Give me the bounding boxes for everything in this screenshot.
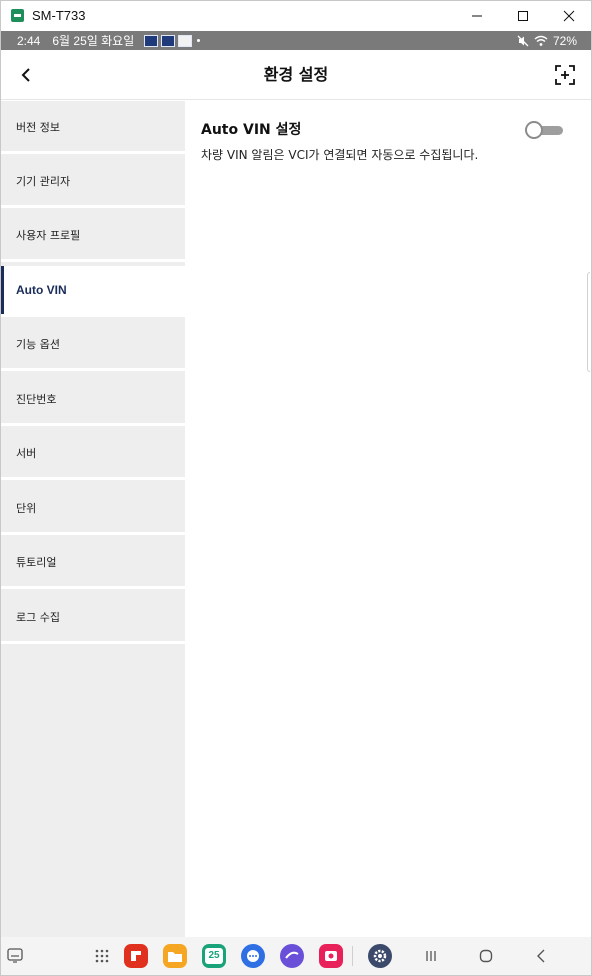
notification-icon (178, 34, 193, 47)
window-titlebar: SM-T733 (0, 0, 592, 31)
app-grid-icon (95, 949, 109, 963)
back-icon (537, 949, 545, 963)
home-icon (479, 949, 493, 963)
status-date: 6월 25일 화요일 (52, 34, 135, 48)
status-time: 2:44 (17, 33, 41, 48)
sidebar-item-device-manager[interactable]: 기기 관리자 (1, 157, 185, 208)
setting-title: Auto VIN 설정 (201, 122, 302, 138)
files-app[interactable] (163, 944, 187, 968)
sidebar-item-label: 서버 (16, 447, 37, 460)
app-icon (11, 9, 24, 22)
close-button[interactable] (546, 0, 592, 31)
expand-button[interactable] (553, 63, 577, 87)
notification-icons (144, 34, 193, 47)
sidebar-item-units[interactable]: 단위 (1, 484, 185, 535)
close-icon (563, 10, 575, 21)
flipboard-app[interactable] (124, 944, 148, 968)
settings-sidebar: 버전 정보 기기 관리자 사용자 프로필 Auto VIN 기능 옵션 진단번호… (0, 101, 185, 937)
recents-icon (426, 951, 436, 961)
calendar-app[interactable]: 25 (202, 944, 226, 968)
sidebar-item-feature-options[interactable]: 기능 옵션 (1, 320, 185, 371)
notification-icon (161, 34, 176, 47)
keyboard-icon (7, 948, 23, 963)
minimize-icon (472, 15, 482, 16)
sidebar-item-label: 사용자 프로필 (16, 229, 81, 242)
app-header: 환경 설정 (1, 50, 591, 100)
sidebar-item-label: 버전 정보 (16, 121, 60, 134)
setting-description: 차량 VIN 알림은 VCI가 연결되면 자동으로 수집됩니다. (201, 148, 479, 162)
flipboard-icon (131, 951, 141, 961)
sidebar-item-auto-vin[interactable]: Auto VIN (0, 266, 185, 317)
home-button[interactable] (474, 944, 498, 968)
sidebar-item-user-profile[interactable]: 사용자 프로필 (1, 211, 185, 262)
mute-icon (517, 35, 529, 46)
calendar-day: 25 (208, 950, 220, 961)
messages-app[interactable] (241, 944, 265, 968)
more-notifications-dot (197, 39, 201, 42)
recents-button[interactable] (419, 944, 443, 968)
taskbar: 25 (1, 937, 591, 975)
messages-icon (247, 950, 259, 962)
page-title: 환경 설정 (263, 65, 329, 84)
sidebar-item-log-collection[interactable]: 로그 수집 (1, 593, 185, 644)
settings-app[interactable] (368, 944, 392, 968)
battery-percent: 72% (552, 33, 577, 48)
maximize-icon (518, 10, 528, 21)
maximize-button[interactable] (500, 0, 546, 31)
internet-app[interactable] (280, 944, 304, 968)
internet-icon (285, 951, 299, 959)
camera-app[interactable] (319, 944, 343, 968)
system-back-button[interactable] (530, 944, 554, 968)
toggle-thumb (525, 121, 543, 139)
keyboard-button[interactable] (3, 944, 27, 968)
taskbar-divider (352, 946, 353, 966)
auto-vin-toggle[interactable] (525, 121, 565, 139)
status-bar: 2:44 6월 25일 화요일 72% (1, 31, 591, 50)
status-right: 72% (517, 31, 577, 50)
settings-icon (373, 949, 387, 963)
app-grid-button[interactable] (90, 944, 114, 968)
sidebar-item-server[interactable]: 서버 (1, 429, 185, 480)
sidebar-item-label: 로그 수집 (16, 611, 60, 624)
wifi-icon (534, 35, 548, 46)
sidebar-item-label: 기기 관리자 (16, 175, 71, 188)
window-controls (454, 0, 592, 31)
edge-panel-handle[interactable] (587, 272, 590, 372)
sidebar-item-label: 튜토리얼 (16, 556, 57, 569)
sidebar-item-tutorial[interactable]: 튜토리얼 (1, 538, 185, 589)
expand-icon (555, 65, 575, 85)
window-title: SM-T733 (32, 8, 86, 23)
sidebar-item-label: Auto VIN (16, 283, 67, 297)
files-icon (168, 952, 182, 962)
sidebar-item-version-info[interactable]: 버전 정보 (1, 103, 185, 154)
calendar-icon: 25 (205, 948, 223, 964)
settings-content: Auto VIN 설정 차량 VIN 알림은 VCI가 연결되면 자동으로 수집… (185, 101, 591, 937)
sidebar-item-label: 단위 (16, 502, 37, 515)
sidebar-item-diagnostic-code[interactable]: 진단번호 (1, 375, 185, 426)
sidebar-item-label: 기능 옵션 (16, 338, 60, 351)
camera-icon (325, 951, 337, 961)
notification-icon (144, 34, 159, 47)
sidebar-item-label: 진단번호 (16, 393, 57, 406)
minimize-button[interactable] (454, 0, 500, 31)
